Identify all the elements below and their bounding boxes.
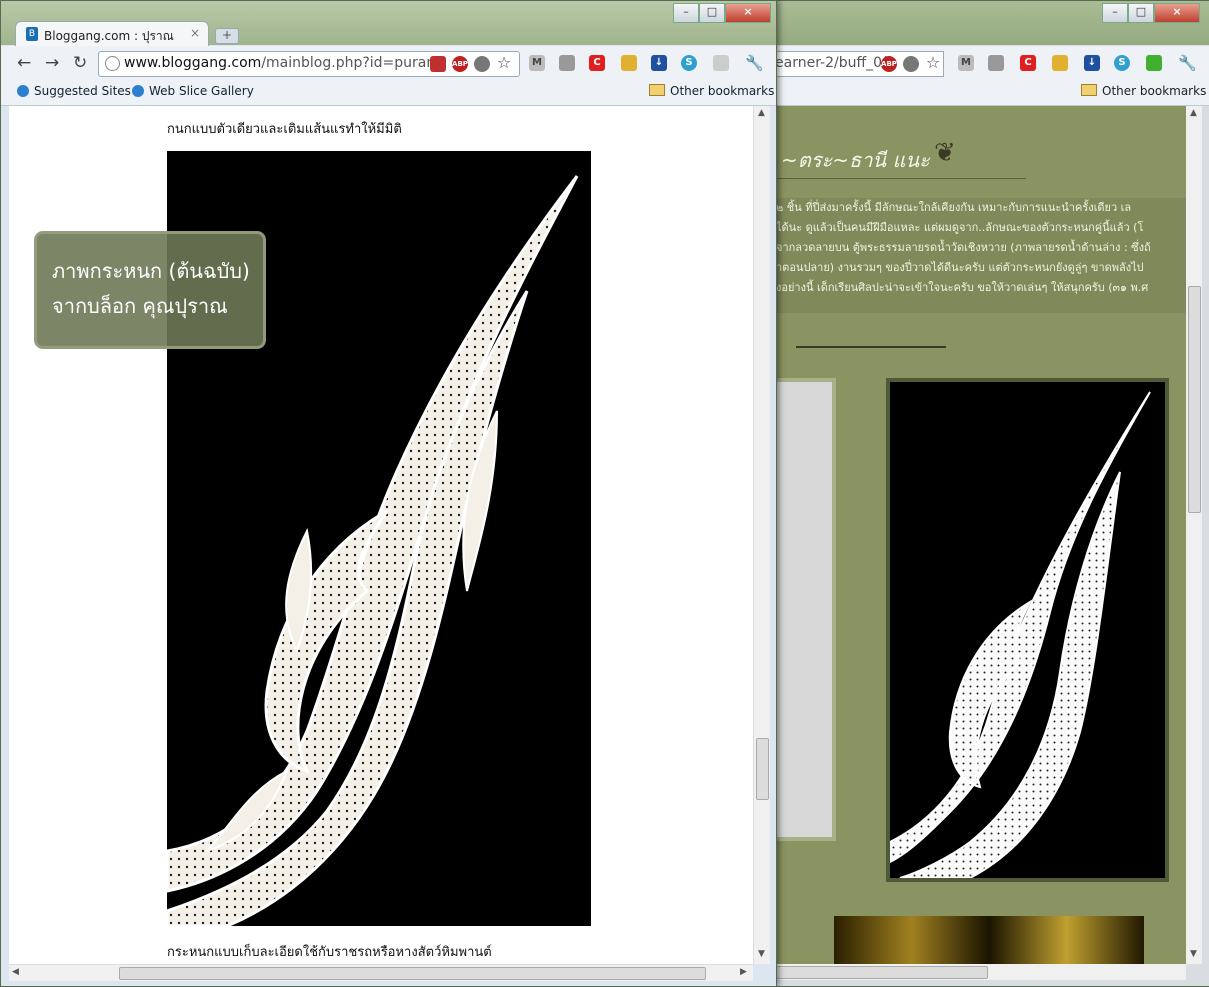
maximize-button[interactable]: □ xyxy=(699,3,725,23)
scroll-left-icon[interactable]: ◀ xyxy=(12,967,19,977)
vertical-scroll-thumb[interactable] xyxy=(756,738,769,800)
back-icon[interactable]: ← xyxy=(17,53,31,73)
right-address-bar[interactable]: earner-2/buff_0( ABP ☆ xyxy=(776,51,944,77)
nav-toolbar: ← → ↻ www.bloggang.com/mainblog.php?id=p… xyxy=(1,46,776,80)
flag-icon[interactable] xyxy=(430,56,446,72)
tab-bloggang[interactable]: B Bloggang.com : ปุราณ × xyxy=(15,21,209,48)
right-scroll-down-icon[interactable]: ▼ xyxy=(1190,949,1197,959)
right-skype-icon[interactable]: S xyxy=(1114,55,1130,71)
reload-icon[interactable]: ↻ xyxy=(73,53,87,73)
decorative-divider xyxy=(796,346,946,348)
new-tab-button[interactable]: + xyxy=(215,28,239,44)
url-text[interactable]: www.bloggang.com/mainblog.php?id=puran xyxy=(124,55,435,71)
right-close-window-button[interactable]: × xyxy=(1154,3,1200,23)
folder-extension-icon[interactable] xyxy=(621,55,637,71)
gold-lacquer-image xyxy=(834,916,1144,964)
folder-icon xyxy=(1081,84,1097,96)
right-horizontal-scrollbar[interactable] xyxy=(776,964,1186,980)
article-line: จากลวดลายบน ตู้พระธรรมลายรดน้ำวัดเชิงหวา… xyxy=(776,241,1151,254)
annotation-overlay: ภาพกระหนก (ต้นฉบับ) จากบล็อก คุณปุราณ xyxy=(34,231,266,349)
right-heading: ~ตระ~ธานี แนะ ❦ xyxy=(776,134,1026,179)
right-bookmarks-bar: Other bookmarks xyxy=(776,80,1209,106)
bookmark-suggested-sites[interactable]: Suggested Sites xyxy=(17,84,131,98)
right-download-icon[interactable]: ↓ xyxy=(1084,55,1100,71)
scroll-right-icon[interactable]: ▶ xyxy=(740,967,747,977)
right-grid-icon[interactable] xyxy=(988,55,1004,71)
scroll-up-icon[interactable]: ▲ xyxy=(758,108,765,118)
title-bar: B Bloggang.com : ปุราณ × + – □ × xyxy=(1,1,776,48)
right-star-icon[interactable]: ☆ xyxy=(925,55,941,71)
left-browser-window: B Bloggang.com : ปุราณ × + – □ × ← → ↻ w… xyxy=(0,0,777,987)
article-line: าตอนปลาย) งานรวมๆ ของปี่วาดได้ดีนะครับ แ… xyxy=(776,261,1144,274)
right-nav-toolbar: earner-2/buff_0( ABP ☆ M C ↓ S 🔧 xyxy=(776,46,1209,80)
right-other-bookmarks[interactable]: Other bookmarks xyxy=(1081,84,1206,98)
other-bookmarks[interactable]: Other bookmarks xyxy=(649,84,774,98)
vertical-scrollbar[interactable]: ▲ ▼ xyxy=(753,106,770,964)
right-browser-window: – □ × earner-2/buff_0( ABP ☆ M C ↓ S 🔧 O… xyxy=(775,0,1209,987)
ie-icon xyxy=(17,85,29,97)
right-wrench-icon[interactable]: 🔧 xyxy=(1178,55,1197,71)
right-lightbulb-icon[interactable] xyxy=(903,56,919,72)
skype-icon[interactable]: S xyxy=(681,55,697,71)
caption-top: กนกแบบตัวเดียวและเติมแส้นแรทำให้มีมิติ xyxy=(167,122,402,137)
minimize-button[interactable]: – xyxy=(673,3,699,23)
right-maximize-button[interactable]: □ xyxy=(1128,3,1154,23)
right-title-bar: – □ × xyxy=(776,1,1209,45)
article-line: ได้นะ ดูแล้วเป็นคนมีฝีมือแหละ แต่ผมดูจาก… xyxy=(776,221,1144,234)
bloggang-favicon-icon: B xyxy=(26,27,38,41)
right-c-extension-icon[interactable]: C xyxy=(1020,55,1036,71)
signal-icon[interactable] xyxy=(713,55,729,71)
right-article-text: ๒ ชิ้น ที่ปี่ส่งมาครั้งนี้ มีลักษณะใกล้เ… xyxy=(776,198,1186,313)
right-page-content: ~ตระ~ธานี แนะ ❦ ๒ ชิ้น ที่ปี่ส่งมาครั้งน… xyxy=(776,106,1186,964)
ie-icon xyxy=(132,85,144,97)
bookmark-web-slice-gallery[interactable]: Web Slice Gallery xyxy=(132,84,254,98)
kanok-copy-artwork-image xyxy=(886,378,1169,882)
right-scroll-up-icon[interactable]: ▲ xyxy=(1190,108,1197,118)
right-url-text[interactable]: earner-2/buff_0( xyxy=(776,55,888,71)
star-icon[interactable]: ☆ xyxy=(496,55,512,71)
wrench-icon[interactable]: 🔧 xyxy=(745,55,764,71)
caption-bottom: กระหนกแบบเก็บละเอียดใช้กับราชรถหรือหางสั… xyxy=(167,945,492,960)
scroll-down-icon[interactable]: ▼ xyxy=(758,949,765,959)
download-icon[interactable]: ↓ xyxy=(651,55,667,71)
article-line: งอย่างนี้ เด็กเรียนศิลปะน่าจะเข้าใจนะครั… xyxy=(776,281,1149,294)
article-line: ๒ ชิ้น ที่ปี่ส่งมาครั้งนี้ มีลักษณะใกล้เ… xyxy=(776,201,1132,214)
horizontal-scroll-thumb[interactable] xyxy=(119,967,706,980)
right-signal-icon[interactable] xyxy=(1146,55,1162,71)
horizontal-scrollbar[interactable]: ◀ ▶ xyxy=(9,964,753,981)
close-window-button[interactable]: × xyxy=(725,3,771,23)
globe-icon xyxy=(105,56,120,71)
grid-icon[interactable] xyxy=(559,55,575,71)
overlay-line-2: จากบล็อก คุณปุราณ xyxy=(52,294,228,318)
right-horizontal-scroll-thumb[interactable] xyxy=(776,966,988,979)
right-minimize-button[interactable]: – xyxy=(1102,3,1128,23)
right-folder-extension-icon[interactable] xyxy=(1052,55,1068,71)
tab-close-icon[interactable]: × xyxy=(190,26,200,40)
forward-icon[interactable]: → xyxy=(45,53,59,73)
tab-title: Bloggang.com : ปุราณ xyxy=(44,29,174,43)
bookmarks-bar: Suggested Sites Web Slice Gallery Other … xyxy=(1,80,776,106)
side-image-frame xyxy=(776,378,836,841)
folder-icon xyxy=(649,84,665,96)
leaf-ornament-icon: ❦ xyxy=(934,138,956,168)
adblock-icon[interactable]: ABP xyxy=(452,56,468,72)
c-extension-icon[interactable]: C xyxy=(589,55,605,71)
right-gmail-icon[interactable]: M xyxy=(958,55,974,71)
right-vertical-scrollbar[interactable]: ▲ ▼ xyxy=(1186,106,1202,964)
right-vertical-scroll-thumb[interactable] xyxy=(1188,286,1201,513)
address-bar[interactable]: www.bloggang.com/mainblog.php?id=puran A… xyxy=(98,51,520,77)
gmail-icon[interactable]: M xyxy=(529,55,545,71)
overlay-line-1: ภาพกระหนก (ต้นฉบับ) xyxy=(52,259,250,283)
lightbulb-icon[interactable] xyxy=(474,56,490,72)
right-adblock-icon[interactable]: ABP xyxy=(881,56,897,72)
